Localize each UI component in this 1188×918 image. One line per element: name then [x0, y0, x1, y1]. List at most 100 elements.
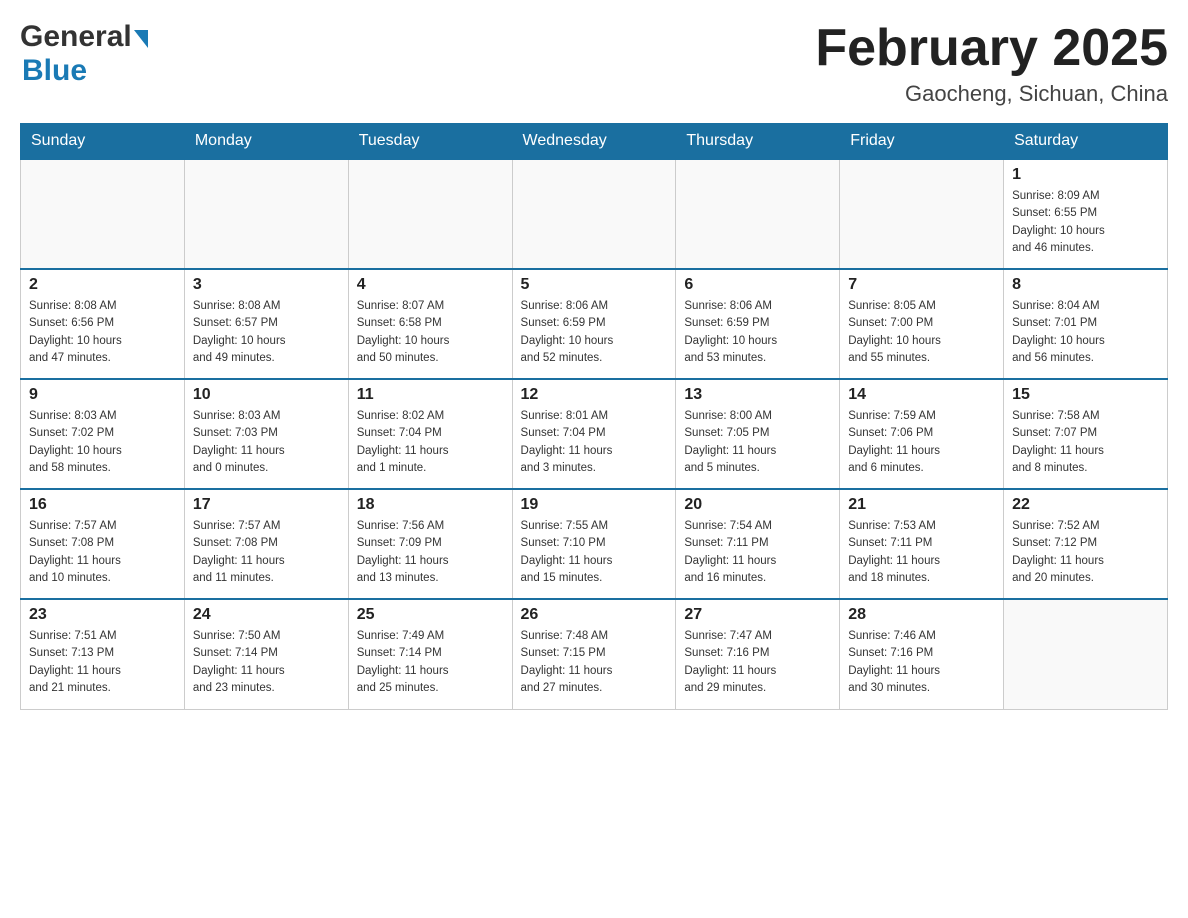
- day-number: 25: [357, 606, 504, 624]
- calendar-cell: 8Sunrise: 8:04 AM Sunset: 7:01 PM Daylig…: [1004, 269, 1168, 379]
- day-info: Sunrise: 7:48 AM Sunset: 7:15 PM Dayligh…: [521, 628, 668, 697]
- day-number: 16: [29, 496, 176, 514]
- day-number: 28: [848, 606, 995, 624]
- day-info: Sunrise: 7:52 AM Sunset: 7:12 PM Dayligh…: [1012, 518, 1159, 587]
- day-number: 7: [848, 276, 995, 294]
- calendar-cell: 28 Sunrise: 7:46 AM Sunset: 7:16 PM Dayli…: [840, 599, 1004, 709]
- calendar-cell: 21 Sunrise: 7:53 AM Sunset: 7:11 PM Dayli…: [840, 489, 1004, 599]
- day-info: Sunrise: 8:02 AM Sunset: 7:04 PM Dayligh…: [357, 408, 504, 477]
- day-number: 5: [521, 276, 668, 294]
- day-number: 10: [193, 386, 340, 404]
- day-header-sunday: Sunday: [21, 124, 185, 160]
- day-header-friday: Friday: [840, 124, 1004, 160]
- day-info: Sunrise: 8:09 AM Sunset: 6:55 PM Dayligh…: [1012, 188, 1159, 257]
- day-info: Sunrise: 7:50 AM Sunset: 7:14 PM Dayligh…: [193, 628, 340, 697]
- day-number: 17: [193, 496, 340, 514]
- day-number: 24: [193, 606, 340, 624]
- calendar-cell: [21, 159, 185, 269]
- day-number: 20: [684, 496, 831, 514]
- calendar-cell: 7 Sunrise: 8:05 AM Sunset: 7:00 PM Daylig…: [840, 269, 1004, 379]
- day-info: Sunrise: 7:53 AM Sunset: 7:11 PM Dayligh…: [848, 518, 995, 587]
- day-info: Sunrise: 7:51 AM Sunset: 7:13 PM Dayligh…: [29, 628, 176, 697]
- day-header-saturday: Saturday: [1004, 124, 1168, 160]
- calendar-cell: [512, 159, 676, 269]
- day-number: 21: [848, 496, 995, 514]
- day-info: Sunrise: 8:01 AM Sunset: 7:04 PM Dayligh…: [521, 408, 668, 477]
- day-info: Sunrise: 7:55 AM Sunset: 7:10 PM Dayligh…: [521, 518, 668, 587]
- calendar-cell: [348, 159, 512, 269]
- calendar-cell: [676, 159, 840, 269]
- calendar-cell: 4 Sunrise: 8:07 AM Sunset: 6:58 PM Daylig…: [348, 269, 512, 379]
- calendar-cell: [184, 159, 348, 269]
- calendar-cell: 9 Sunrise: 8:03 AM Sunset: 7:02 PM Daylig…: [21, 379, 185, 489]
- day-info: Sunrise: 8:03 AM Sunset: 7:02 PM Dayligh…: [29, 408, 176, 477]
- day-info: Sunrise: 7:56 AM Sunset: 7:09 PM Dayligh…: [357, 518, 504, 587]
- calendar-cell: 13 Sunrise: 8:00 AM Sunset: 7:05 PM Dayli…: [676, 379, 840, 489]
- day-info: Sunrise: 8:07 AM Sunset: 6:58 PM Dayligh…: [357, 298, 504, 367]
- calendar-cell: 24 Sunrise: 7:50 AM Sunset: 7:14 PM Dayli…: [184, 599, 348, 709]
- day-number: 4: [357, 276, 504, 294]
- day-number: 11: [357, 386, 504, 404]
- calendar-cell: 3Sunrise: 8:08 AM Sunset: 6:57 PM Daylig…: [184, 269, 348, 379]
- day-info: Sunrise: 8:06 AM Sunset: 6:59 PM Dayligh…: [684, 298, 831, 367]
- day-number: 3: [193, 276, 340, 294]
- day-info: Sunrise: 7:59 AM Sunset: 7:06 PM Dayligh…: [848, 408, 995, 477]
- calendar-cell: 15Sunrise: 7:58 AM Sunset: 7:07 PM Dayli…: [1004, 379, 1168, 489]
- calendar-cell: 20 Sunrise: 7:54 AM Sunset: 7:11 PM Dayli…: [676, 489, 840, 599]
- day-number: 15: [1012, 386, 1159, 404]
- day-number: 13: [684, 386, 831, 404]
- week-row-1: 1 Sunrise: 8:09 AM Sunset: 6:55 PM Daylig…: [21, 159, 1168, 269]
- month-title: February 2025: [815, 20, 1168, 77]
- day-number: 22: [1012, 496, 1159, 514]
- calendar-cell: 12 Sunrise: 8:01 AM Sunset: 7:04 PM Dayli…: [512, 379, 676, 489]
- calendar-cell: 19 Sunrise: 7:55 AM Sunset: 7:10 PM Dayli…: [512, 489, 676, 599]
- calendar-cell: 18 Sunrise: 7:56 AM Sunset: 7:09 PM Dayli…: [348, 489, 512, 599]
- day-number: 14: [848, 386, 995, 404]
- calendar-cell: 23 Sunrise: 7:51 AM Sunset: 7:13 PM Dayli…: [21, 599, 185, 709]
- title-section: February 2025 Gaocheng, Sichuan, China: [815, 20, 1168, 107]
- day-number: 1: [1012, 166, 1159, 184]
- day-number: 12: [521, 386, 668, 404]
- week-row-3: 9 Sunrise: 8:03 AM Sunset: 7:02 PM Daylig…: [21, 379, 1168, 489]
- day-number: 18: [357, 496, 504, 514]
- calendar-cell: 5 Sunrise: 8:06 AM Sunset: 6:59 PM Daylig…: [512, 269, 676, 379]
- day-number: 9: [29, 386, 176, 404]
- calendar-cell: 10Sunrise: 8:03 AM Sunset: 7:03 PM Dayli…: [184, 379, 348, 489]
- day-header-wednesday: Wednesday: [512, 124, 676, 160]
- calendar-cell: 2Sunrise: 8:08 AM Sunset: 6:56 PM Daylig…: [21, 269, 185, 379]
- calendar-cell: 11 Sunrise: 8:02 AM Sunset: 7:04 PM Dayli…: [348, 379, 512, 489]
- calendar-cell: 27 Sunrise: 7:47 AM Sunset: 7:16 PM Dayli…: [676, 599, 840, 709]
- day-number: 23: [29, 606, 176, 624]
- day-number: 26: [521, 606, 668, 624]
- calendar-cell: 6 Sunrise: 8:06 AM Sunset: 6:59 PM Daylig…: [676, 269, 840, 379]
- day-number: 6: [684, 276, 831, 294]
- day-info: Sunrise: 7:57 AM Sunset: 7:08 PM Dayligh…: [29, 518, 176, 587]
- calendar-table: SundayMondayTuesdayWednesdayThursdayFrid…: [20, 123, 1168, 710]
- day-info: Sunrise: 8:00 AM Sunset: 7:05 PM Dayligh…: [684, 408, 831, 477]
- day-number: 27: [684, 606, 831, 624]
- calendar-cell: [840, 159, 1004, 269]
- location-text: Gaocheng, Sichuan, China: [815, 81, 1168, 107]
- day-header-monday: Monday: [184, 124, 348, 160]
- day-header-tuesday: Tuesday: [348, 124, 512, 160]
- day-number: 2: [29, 276, 176, 294]
- day-info: Sunrise: 8:06 AM Sunset: 6:59 PM Dayligh…: [521, 298, 668, 367]
- day-info: Sunrise: 7:54 AM Sunset: 7:11 PM Dayligh…: [684, 518, 831, 587]
- calendar-cell: 26 Sunrise: 7:48 AM Sunset: 7:15 PM Dayli…: [512, 599, 676, 709]
- day-info: Sunrise: 7:47 AM Sunset: 7:16 PM Dayligh…: [684, 628, 831, 697]
- logo: General Blue: [20, 20, 148, 88]
- calendar-cell: 14 Sunrise: 7:59 AM Sunset: 7:06 PM Dayli…: [840, 379, 1004, 489]
- logo-blue-text: Blue: [22, 54, 87, 88]
- day-info: Sunrise: 8:04 AM Sunset: 7:01 PM Dayligh…: [1012, 298, 1159, 367]
- calendar-header-row: SundayMondayTuesdayWednesdayThursdayFrid…: [21, 124, 1168, 160]
- logo-arrow-icon: [134, 30, 148, 48]
- day-info: Sunrise: 8:05 AM Sunset: 7:00 PM Dayligh…: [848, 298, 995, 367]
- day-info: Sunrise: 7:46 AM Sunset: 7:16 PM Dayligh…: [848, 628, 995, 697]
- page-header: General Blue February 2025 Gaocheng, Sic…: [20, 20, 1168, 107]
- calendar-cell: 17Sunrise: 7:57 AM Sunset: 7:08 PM Dayli…: [184, 489, 348, 599]
- calendar-cell: 16 Sunrise: 7:57 AM Sunset: 7:08 PM Dayli…: [21, 489, 185, 599]
- calendar-cell: [1004, 599, 1168, 709]
- calendar-cell: 22 Sunrise: 7:52 AM Sunset: 7:12 PM Dayli…: [1004, 489, 1168, 599]
- day-header-thursday: Thursday: [676, 124, 840, 160]
- day-number: 19: [521, 496, 668, 514]
